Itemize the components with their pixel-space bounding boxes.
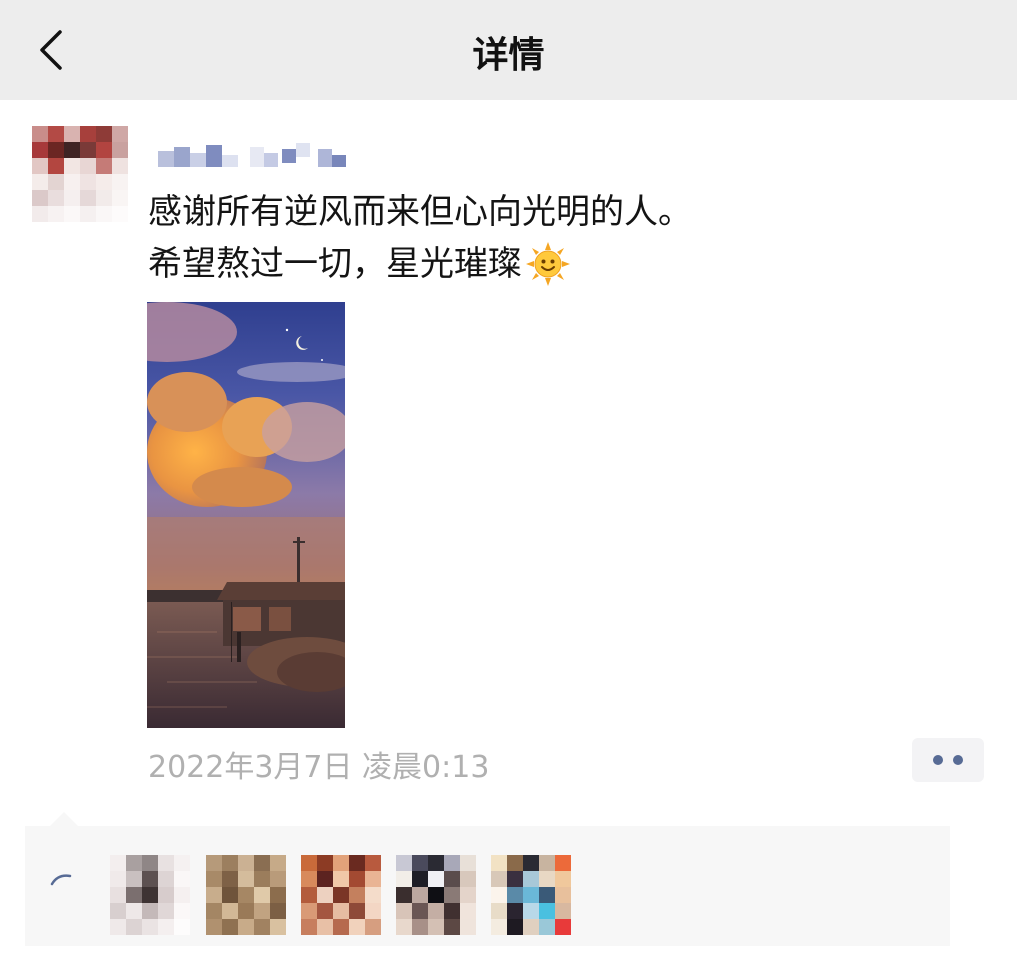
sun-with-face-icon [526,242,570,286]
liker-avatar[interactable] [301,855,381,935]
nickname-obscured[interactable] [158,143,348,175]
post-content: 感谢所有逆风而来但心向光明的人。 希望熬过一切，星光璀璨 [148,186,848,290]
nickname-mosaic [158,143,346,167]
post-line-1: 感谢所有逆风而来但心向光明的人。 [148,192,692,232]
post-timestamp: 2022年3月7日 凌晨0:13 [148,750,490,785]
more-button[interactable] [912,738,984,782]
post-photo[interactable] [147,302,345,728]
sunset-photo [147,302,345,728]
liker-avatar[interactable] [110,855,190,935]
heart-outline-icon [50,874,72,886]
two-dots-icon [953,755,963,765]
liker-avatar[interactable] [491,855,571,935]
post-line-2-text: 希望熬过一切，星光璀璨 [148,244,522,284]
page-title: 详情 [472,35,545,76]
liker-avatar[interactable] [206,855,286,935]
avatar[interactable] [32,126,128,222]
nav-bar: 详情 [0,0,1017,100]
two-dots-icon [933,755,943,765]
post-line-2: 希望熬过一切，星光璀璨 [148,238,848,290]
liker-avatar[interactable] [396,855,476,935]
likes-pointer [50,812,78,826]
